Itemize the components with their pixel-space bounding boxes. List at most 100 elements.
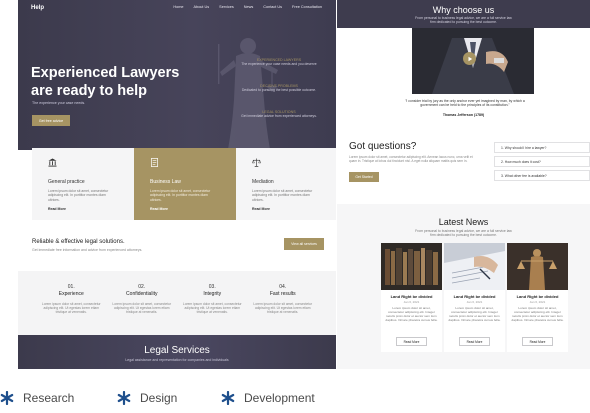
step-title: Integrity <box>203 291 222 297</box>
scales-icon <box>251 158 262 167</box>
news-image <box>507 243 568 290</box>
step-desc: Lorem ipsum dolor sit amet, consectetur … <box>41 302 101 315</box>
read-more-link[interactable]: Read More <box>48 207 118 211</box>
faq-item[interactable]: 2. How much does it cost? <box>494 156 590 167</box>
why-subtitle-line2: firm dedicated to pursuing the best outc… <box>430 20 497 25</box>
why-subtitle: From personal to business legal advice, … <box>337 16 590 24</box>
site-logo[interactable]: Help <box>31 5 44 11</box>
faq-item[interactable]: 3. What other fee is available? <box>494 170 590 181</box>
news-read-more-button[interactable]: Read More <box>522 337 553 346</box>
news-card[interactable]: Land Right be divided Jan 6, 2021 Lorem … <box>444 243 505 352</box>
view-all-services-button[interactable]: View all services <box>284 238 324 250</box>
news-subtitle: From personal to business legal advice, … <box>337 229 590 237</box>
news-card[interactable]: Land Right be divided Jan 6, 2021 Lorem … <box>381 243 442 352</box>
hero-section: Help Home About Us Services News Contact… <box>18 0 336 150</box>
step-number: 01. <box>67 284 75 290</box>
free-advice-button[interactable]: Get free advice <box>32 115 70 126</box>
hero-feature-1: EXPERIENCED LAWYERS The experience your … <box>240 58 318 66</box>
tag-label: Design <box>140 391 178 405</box>
card-body: Lorem ipsum dolor sit amet, consectetur … <box>252 189 313 202</box>
play-icon <box>468 56 472 61</box>
step-title: Experience <box>58 291 84 297</box>
news-card-date: Jan 6, 2021 <box>403 300 420 304</box>
hero-feature-text: Dedicated to pursuing the best possible … <box>241 88 317 92</box>
read-more-link[interactable]: Read More <box>252 207 322 211</box>
nav-link-home[interactable]: Home <box>173 5 183 9</box>
news-card-body: Lorem ipsum dolor sit amet, consectetur … <box>511 306 564 322</box>
questions-subtitle: Lorem ipsum dolor sit amet, consectetur … <box>349 155 473 163</box>
tag-development: Development <box>221 391 315 405</box>
top-navbar: Help Home About Us Services News Contact… <box>18 0 336 18</box>
reliable-subtitle: Get immediate free information and advic… <box>32 248 143 252</box>
news-subtitle-line2: firm dedicated to pursuing the best outc… <box>430 233 497 238</box>
jefferson-quote: "I consider trial by jury as the only an… <box>405 99 525 108</box>
hero-feature-text: The experience your case needs and you d… <box>241 62 317 66</box>
step-title: Confidentiality <box>126 291 158 297</box>
why-choose-us-section: Why choose us From personal to business … <box>337 0 590 118</box>
news-read-more-button[interactable]: Read More <box>396 337 427 346</box>
news-card-title: Land Right be divided <box>516 294 559 299</box>
card-body: Lorem ipsum dolor sit amet, consectetur … <box>150 189 211 202</box>
inner-page-mockup: Why choose us From personal to business … <box>337 0 590 369</box>
news-image <box>444 243 505 290</box>
step-desc: Lorem ipsum dolor sit amet, consectetur … <box>112 302 172 315</box>
tag-design: Design <box>117 391 177 405</box>
nav-link-news[interactable]: News <box>244 5 254 9</box>
step-item: 03. Integrity Lorem ipsum dolor sit amet… <box>177 271 248 335</box>
card-business-law[interactable]: Business Law Lorem ipsum dolor sit amet,… <box>134 148 236 220</box>
news-card-title: Land Right be divided <box>390 294 433 299</box>
news-card-date: Jan 6, 2021 <box>529 300 546 304</box>
news-card-date: Jan 6, 2021 <box>466 300 483 304</box>
card-title: Mediation <box>252 179 274 185</box>
hero-title-line2: are ready to help <box>31 83 148 99</box>
step-desc: Lorem ipsum dolor sit amet, consectetur … <box>182 302 242 315</box>
quote-author: Thomas Jefferson (1789) <box>442 113 485 117</box>
document-icon <box>150 158 159 167</box>
project-tags: Research Design Development <box>0 391 590 411</box>
reliable-title: Reliable & effective legal solutions. <box>32 239 125 245</box>
practice-cards: General practice Lorem ipsum dolor sit a… <box>32 148 336 220</box>
step-item: 04. Fast results Lorem ipsum dolor sit a… <box>248 271 319 335</box>
asterisk-icon <box>0 391 14 405</box>
news-card-body: Lorem ipsum dolor sit amet, consectetur … <box>385 306 438 322</box>
justice-statue-photo-icon <box>507 243 568 290</box>
nav-link-contact[interactable]: Contact Us <box>263 5 282 9</box>
news-title: Latest News <box>438 217 489 227</box>
signing-document-photo-icon <box>444 243 505 290</box>
news-card[interactable]: Land Right be divided Jan 6, 2021 Lorem … <box>507 243 568 352</box>
got-questions-section: Got questions? Lorem ipsum dolor sit ame… <box>337 134 590 204</box>
card-title: Business Law <box>150 179 181 185</box>
hero-feature-2: DECISIVE PROBLEMS Dedicated to pursuing … <box>240 84 318 92</box>
card-general-practice[interactable]: General practice Lorem ipsum dolor sit a… <box>32 148 134 220</box>
banner-subtitle: Legal assistance and representation for … <box>125 358 229 362</box>
nav-link-about[interactable]: About Us <box>194 5 210 9</box>
news-card-body: Lorem ipsum dolor sit amet, consectetur … <box>448 306 501 322</box>
tag-research: Research <box>0 391 74 405</box>
nav-links: Home About Us Services News Contact Us F… <box>173 5 322 9</box>
hero-title: Experienced Lawyers are ready to help <box>31 64 221 100</box>
hero-feature-text: Get immediate advice from experienced at… <box>241 114 317 118</box>
faq-item[interactable]: 1. Why should I hire a lawyer? <box>494 142 590 153</box>
read-more-link[interactable]: Read More <box>150 207 220 211</box>
step-desc: Lorem ipsum dolor sit amet, consectetur … <box>253 302 313 315</box>
tag-label: Research <box>23 391 75 405</box>
step-item: 02. Confidentiality Lorem ipsum dolor si… <box>107 271 178 335</box>
tag-label: Development <box>244 391 315 405</box>
why-title: Why choose us <box>432 5 495 15</box>
bookshelf-photo-icon <box>381 243 442 290</box>
asterisk-icon <box>221 391 235 405</box>
nav-link-services[interactable]: Services <box>219 5 234 9</box>
get-started-button[interactable]: Get Started <box>349 172 379 182</box>
step-item: 01. Experience Lorem ipsum dolor sit ame… <box>36 271 107 335</box>
hero-subtitle: The experience your case needs. <box>32 101 86 105</box>
play-button[interactable] <box>463 52 476 65</box>
nav-link-free-consultation[interactable]: Free Consultation <box>292 5 322 9</box>
card-mediation[interactable]: Mediation Lorem ipsum dolor sit amet, co… <box>236 148 336 220</box>
news-read-more-button[interactable]: Read More <box>459 337 490 346</box>
step-number: 04. <box>279 284 287 290</box>
step-number: 02. <box>138 284 146 290</box>
courthouse-icon <box>48 158 57 167</box>
card-body: Lorem ipsum dolor sit amet, consectetur … <box>48 189 109 202</box>
hero-title-line1: Experienced Lawyers <box>31 65 180 81</box>
questions-title: Got questions? <box>349 141 417 152</box>
